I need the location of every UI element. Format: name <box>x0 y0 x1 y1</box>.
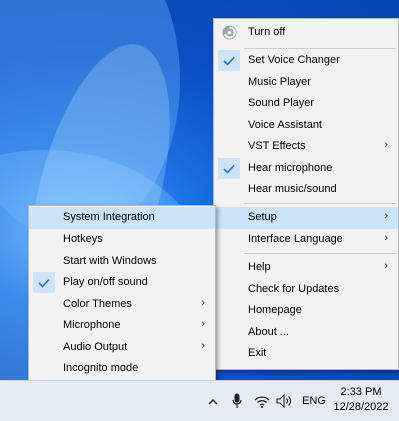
menu-item-incognito-mode[interactable]: Incognito mode <box>29 358 215 379</box>
microphone-icon <box>232 393 242 408</box>
menu-item-label: Sound Player <box>248 97 315 109</box>
menu-item-start-with-windows[interactable]: Start with Windows <box>29 251 215 272</box>
setup-submenu: System Integration Hotkeys Start with Wi… <box>28 205 216 383</box>
menu-item-label: Hear microphone <box>248 162 333 174</box>
menu-item-label: Microphone <box>63 319 121 331</box>
menu-item-label: Homepage <box>248 304 302 316</box>
power-swirl-icon <box>221 24 238 44</box>
menu-item-microphone[interactable]: Microphone › <box>29 315 215 336</box>
menu-item-help[interactable]: Help › <box>214 257 398 278</box>
menu-item-label: Voice Assistant <box>248 119 322 131</box>
menu-item-label: Interface Language <box>248 233 343 245</box>
network-tray-button[interactable] <box>252 381 272 421</box>
menu-item-hotkeys[interactable]: Hotkeys <box>29 229 215 250</box>
chevron-up-icon <box>208 398 218 404</box>
menu-item-label: Hear music/sound <box>248 183 337 195</box>
menu-item-vst-effects[interactable]: VST Effects › <box>214 136 398 157</box>
menu-item-music-player[interactable]: Music Player <box>214 72 398 93</box>
volume-tray-button[interactable] <box>274 381 294 421</box>
menu-item-color-themes[interactable]: Color Themes › <box>29 294 215 315</box>
menu-item-label: VST Effects <box>248 140 306 152</box>
menu-item-label: Color Themes <box>63 298 132 310</box>
menu-item-hear-music-sound[interactable]: Hear music/sound <box>214 179 398 200</box>
language-label: ENG <box>302 395 326 407</box>
submenu-arrow-icon: › <box>384 260 388 272</box>
menu-separator <box>244 253 396 254</box>
menu-item-play-on-off-sound[interactable]: Play on/off sound <box>29 272 215 293</box>
language-indicator[interactable]: ENG <box>298 381 330 421</box>
menu-item-label: About ... <box>248 326 289 338</box>
menu-item-label: Setup <box>248 211 277 223</box>
menu-item-sound-player[interactable]: Sound Player <box>214 93 398 114</box>
submenu-arrow-icon: › <box>384 139 388 151</box>
submenu-arrow-icon: › <box>384 232 388 244</box>
menu-item-homepage[interactable]: Homepage <box>214 300 398 321</box>
menu-item-turn-off[interactable]: Turn off <box>214 22 398 43</box>
menu-item-label: Play on/off sound <box>63 276 148 288</box>
checkmark-icon <box>218 158 240 179</box>
menu-item-label: Hotkeys <box>63 233 103 245</box>
menu-item-label: Set Voice Changer <box>248 54 340 66</box>
clock[interactable]: 2:33 PM 12/28/2022 <box>329 385 393 415</box>
menu-item-label: Music Player <box>248 76 311 88</box>
submenu-arrow-icon: › <box>384 210 388 222</box>
menu-separator <box>244 48 396 49</box>
clock-time: 2:33 PM <box>340 386 382 398</box>
menu-item-hear-microphone[interactable]: Hear microphone <box>214 158 398 179</box>
speaker-icon <box>276 394 291 408</box>
submenu-arrow-icon: › <box>201 297 205 309</box>
submenu-arrow-icon: › <box>201 318 205 330</box>
menu-item-label: Incognito mode <box>63 362 139 374</box>
menu-item-label: Exit <box>248 347 267 359</box>
wifi-icon <box>254 396 270 408</box>
menu-item-label: Start with Windows <box>63 255 157 267</box>
menu-item-exit[interactable]: Exit <box>214 343 398 364</box>
microphone-tray-button[interactable] <box>228 381 246 421</box>
menu-item-about[interactable]: About ... <box>214 322 398 343</box>
show-hidden-icons-button[interactable] <box>203 381 223 421</box>
menu-item-label: Audio Output <box>63 341 128 353</box>
menu-item-setup[interactable]: Setup › <box>214 207 398 229</box>
menu-item-label: Help <box>248 261 271 273</box>
menu-item-interface-language[interactable]: Interface Language › <box>214 229 398 250</box>
checkmark-icon <box>33 272 55 293</box>
menu-item-audio-output[interactable]: Audio Output › <box>29 337 215 358</box>
menu-item-label: Turn off <box>248 26 286 38</box>
tray-context-menu: Turn off Set Voice Changer Music Player … <box>213 18 399 370</box>
clock-date: 12/28/2022 <box>333 401 389 413</box>
checkmark-icon <box>218 50 240 71</box>
menu-separator <box>244 203 396 204</box>
menu-item-system-integration[interactable]: System Integration <box>29 207 215 229</box>
taskbar: ENG 2:33 PM 12/28/2022 <box>0 380 399 421</box>
menu-item-check-for-updates[interactable]: Check for Updates <box>214 279 398 300</box>
menu-item-voice-assistant[interactable]: Voice Assistant <box>214 115 398 136</box>
menu-item-label: System Integration <box>63 211 155 223</box>
menu-item-set-voice-changer[interactable]: Set Voice Changer <box>214 50 398 71</box>
menu-item-label: Check for Updates <box>248 283 340 295</box>
submenu-arrow-icon: › <box>201 340 205 352</box>
